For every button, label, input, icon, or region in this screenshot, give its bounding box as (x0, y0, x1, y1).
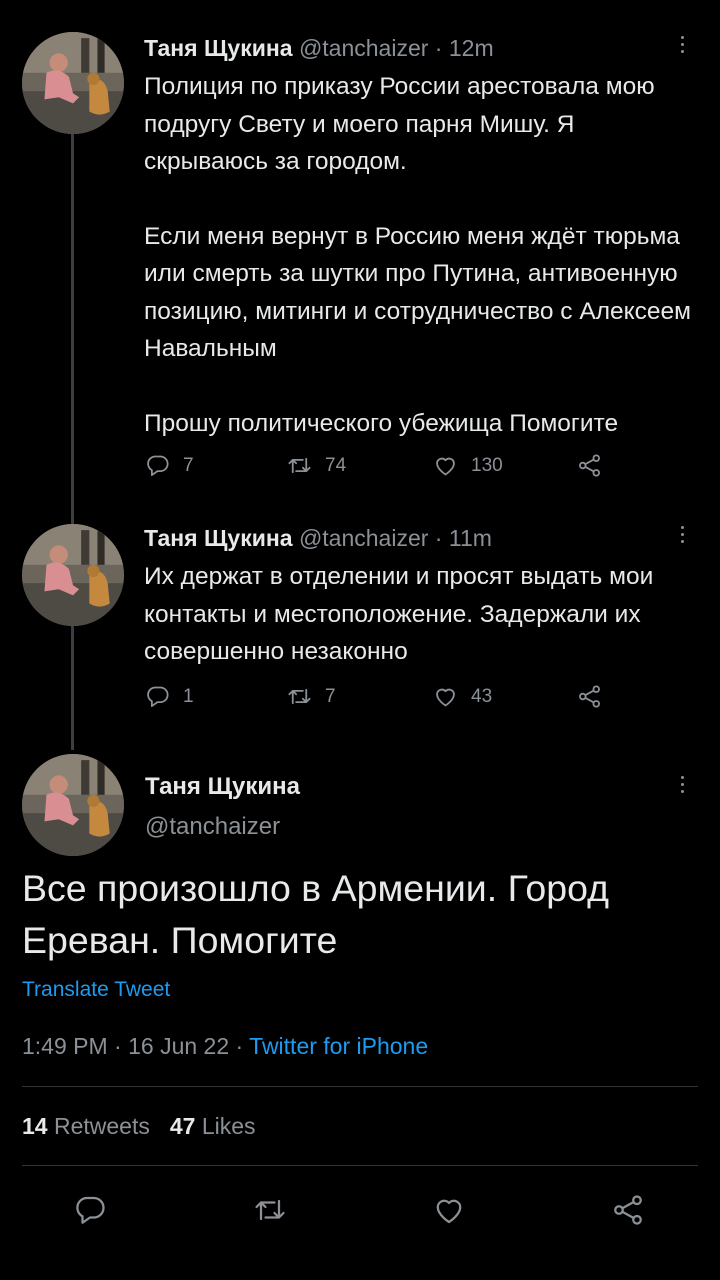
likes-count: 47 (169, 1113, 196, 1139)
avatar[interactable] (22, 32, 124, 134)
meta-separator: · (428, 525, 449, 551)
reply-button[interactable]: 1 (144, 683, 194, 710)
retweet-count: 74 (325, 454, 347, 476)
retweet-icon (286, 683, 313, 710)
reply-count: 7 (183, 454, 194, 476)
tweet-header: Таня Щукина @tanchaizer · 11m (144, 523, 492, 553)
meta-separator: · (428, 35, 449, 61)
like-icon[interactable] (431, 1192, 467, 1228)
author-handle[interactable]: @tanchaizer (299, 525, 428, 551)
more-icon[interactable] (678, 36, 686, 53)
translate-tweet-link[interactable]: Translate Tweet (22, 978, 170, 1002)
tweet-time[interactable]: 11m (449, 525, 492, 551)
avatar[interactable] (22, 524, 124, 626)
like-icon (432, 452, 459, 479)
more-icon[interactable] (678, 776, 686, 793)
thread-line (71, 134, 74, 524)
reply-icon (144, 452, 171, 479)
author-name[interactable]: Таня Щукина (144, 525, 293, 551)
like-button[interactable]: 130 (432, 452, 503, 479)
meta-separator: · (229, 1033, 250, 1059)
reply-button[interactable]: 7 (144, 452, 194, 479)
likes-stat[interactable]: 47 Likes (170, 1113, 256, 1139)
author-handle[interactable]: @tanchaizer (299, 35, 428, 61)
tweet-text: Их держат в отделении и просят выдать мо… (144, 558, 696, 671)
tweet-date: 16 Jun 22 (128, 1033, 230, 1059)
more-icon[interactable] (678, 526, 686, 543)
tweet-source-link[interactable]: Twitter for iPhone (249, 1033, 428, 1059)
avatar[interactable] (22, 754, 124, 856)
like-icon (432, 683, 459, 710)
tweet-text: Все произошло в Армении. Город Ереван. П… (22, 867, 609, 961)
tweet-paragraph: Их держат в отделении и просят выдать мо… (144, 563, 654, 665)
retweets-count: 14 (22, 1113, 48, 1139)
divider (22, 1086, 698, 1087)
tweet-actions: 7 74 130 (144, 452, 624, 484)
thread-line (71, 626, 74, 750)
author-name[interactable]: Таня Щукина (145, 772, 300, 802)
reply-icon (144, 683, 171, 710)
like-count: 43 (471, 685, 493, 707)
author-handle[interactable]: @tanchaizer (145, 812, 280, 842)
share-icon (576, 452, 603, 479)
meta-separator: · (107, 1033, 129, 1059)
retweet-icon[interactable] (252, 1192, 288, 1228)
like-button[interactable]: 43 (432, 683, 492, 710)
likes-label: Likes (201, 1113, 256, 1139)
tweet-meta: 1:49 PM · 16 Jun 22 · Twitter for iPhone (22, 1033, 428, 1060)
retweet-icon (286, 452, 313, 479)
tweet-time: 1:49 PM (22, 1033, 108, 1059)
retweets-label: Retweets (53, 1113, 150, 1139)
tweet-paragraph: Прошу политического убежища Помогите (144, 409, 619, 437)
tweet-time[interactable]: 12m (449, 35, 494, 61)
divider (22, 1165, 698, 1166)
share-icon (576, 683, 603, 710)
like-count: 130 (471, 454, 503, 476)
tweet-text: Полиция по приказу России арестовала мою… (144, 68, 696, 442)
tweet-header: Таня Щукина @tanchaizer · 12m (144, 33, 494, 63)
tweet-stats: 14 Retweets 47 Likes (22, 1113, 256, 1140)
reply-count: 1 (183, 685, 194, 707)
tweet-actions: 1 7 43 (144, 683, 624, 715)
retweet-count: 7 (325, 685, 336, 707)
tweet-paragraph: Полиция по приказу России арестовала мою… (144, 73, 655, 175)
tweet-paragraph: Если меня вернут в Россию меня ждёт тюрь… (144, 222, 691, 363)
retweets-stat[interactable]: 14 Retweets (22, 1113, 150, 1139)
share-button[interactable] (576, 452, 603, 479)
share-button[interactable] (576, 683, 603, 710)
author-name[interactable]: Таня Щукина (144, 35, 293, 61)
share-icon[interactable] (610, 1192, 646, 1228)
retweet-button[interactable]: 7 (286, 683, 336, 710)
reply-icon[interactable] (72, 1192, 108, 1228)
retweet-button[interactable]: 74 (286, 452, 346, 479)
